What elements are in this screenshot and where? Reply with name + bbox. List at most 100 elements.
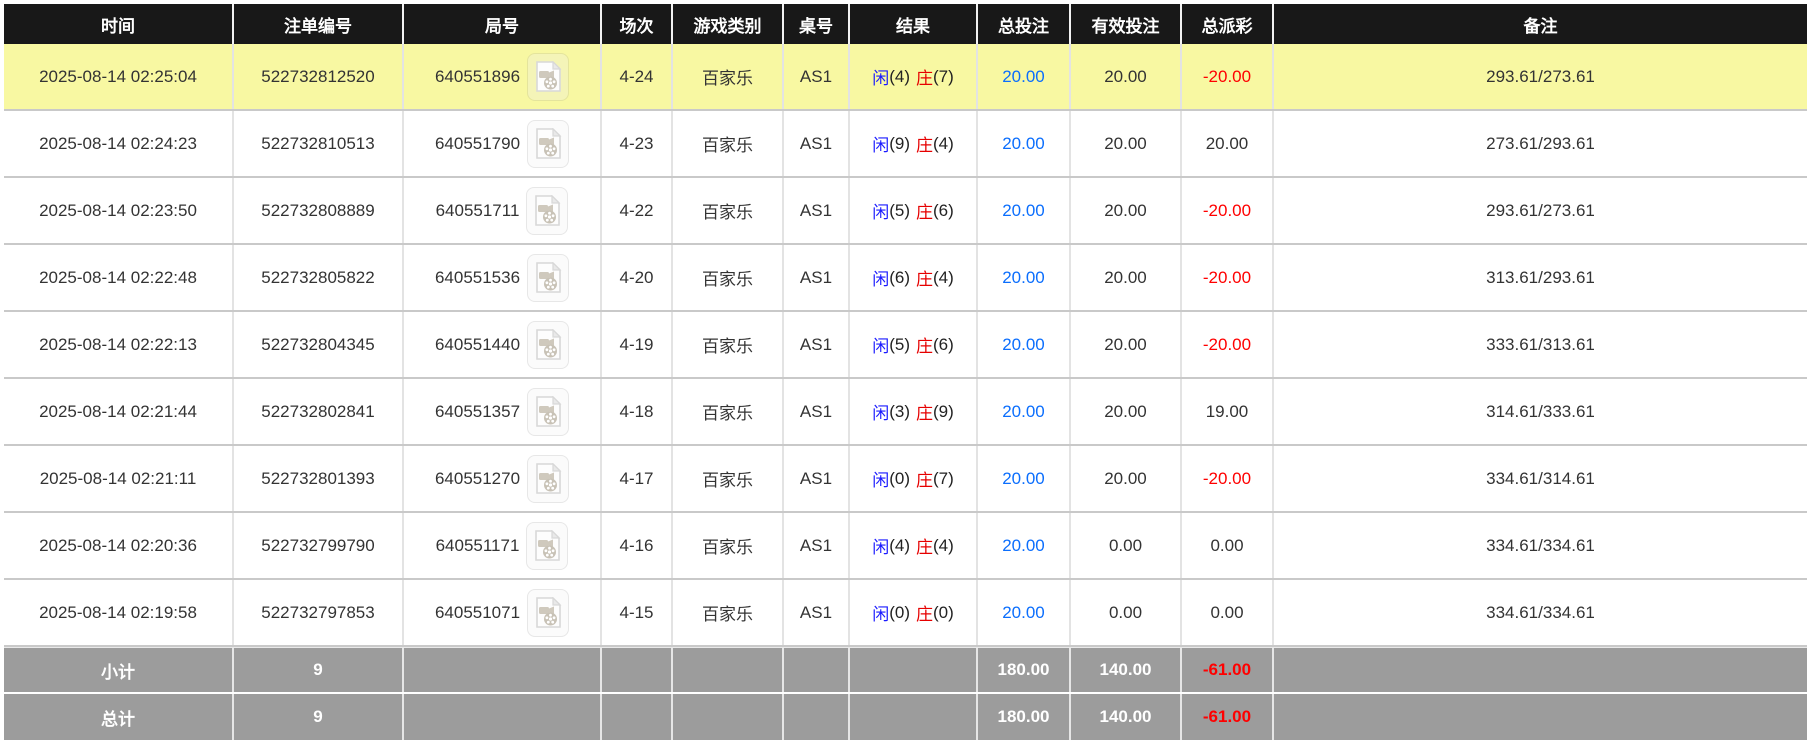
time-cell: 2025-08-14 02:23:50 xyxy=(39,200,197,220)
table-row: 2025-08-14 02:21:11 522732801393 6405512… xyxy=(4,446,1807,513)
subtotal-label: 小计 xyxy=(101,662,135,682)
subtotal-empty xyxy=(402,648,600,692)
session-cell: 4-17 xyxy=(600,446,671,511)
bet-id-cell: 522732797853 xyxy=(232,580,402,645)
remark-cell: 293.61/273.61 xyxy=(1272,178,1807,243)
table-row: 2025-08-14 02:22:13 522732804345 6405514… xyxy=(4,312,1807,379)
player-score: (4) xyxy=(889,535,910,555)
payout-cell: -20.00 xyxy=(1180,178,1272,243)
total-empty xyxy=(671,694,782,740)
video-file-icon xyxy=(535,329,561,360)
player-score: (5) xyxy=(889,200,910,220)
table-no-cell: AS1 xyxy=(782,44,848,109)
remark-cell: 334.61/334.61 xyxy=(1272,580,1807,645)
banker-score: (7) xyxy=(933,468,954,488)
table-body: 2025-08-14 02:25:04 522732812520 6405518… xyxy=(4,44,1807,647)
video-replay-button[interactable] xyxy=(526,186,569,235)
time-cell: 2025-08-14 02:21:44 xyxy=(39,401,197,421)
payout-cell: 20.00 xyxy=(1180,111,1272,176)
payout-cell: -20.00 xyxy=(1180,44,1272,109)
payout-cell: 0.00 xyxy=(1180,513,1272,578)
header-round-id: 局号 xyxy=(402,4,600,44)
video-file-icon xyxy=(535,128,561,159)
banker-score: (4) xyxy=(933,133,954,153)
table-no-cell: AS1 xyxy=(782,111,848,176)
result-cell: 闲 (6) 庄 (4) xyxy=(848,245,976,310)
time-cell: 2025-08-14 02:20:36 xyxy=(39,535,197,555)
result-cell: 闲 (4) 庄 (7) xyxy=(848,44,976,109)
video-replay-button[interactable] xyxy=(527,387,570,436)
bet-id-cell: 522732812520 xyxy=(232,44,402,109)
table-no-cell: AS1 xyxy=(782,245,848,310)
video-file-icon xyxy=(535,530,561,561)
result-cell: 闲 (4) 庄 (4) xyxy=(848,513,976,578)
round-cell: 640551171 xyxy=(402,513,600,578)
remark-cell: 293.61/273.61 xyxy=(1272,44,1807,109)
subtotal-empty xyxy=(1272,648,1807,692)
payout-cell: 19.00 xyxy=(1180,379,1272,444)
total-bet-cell: 20.00 xyxy=(976,178,1069,243)
total-bet-cell: 20.00 xyxy=(976,446,1069,511)
subtotal-empty xyxy=(782,648,848,692)
bet-id-cell: 522732804345 xyxy=(232,312,402,377)
bet-id-cell: 522732810513 xyxy=(232,111,402,176)
remark-cell: 313.61/293.61 xyxy=(1272,245,1807,310)
result-cell: 闲 (5) 庄 (6) xyxy=(848,312,976,377)
video-replay-button[interactable] xyxy=(527,588,570,637)
banker-score: (6) xyxy=(933,200,954,220)
total-payout: -61.00 xyxy=(1180,694,1272,740)
player-label: 闲 xyxy=(872,337,890,356)
valid-bet-cell: 0.00 xyxy=(1069,513,1180,578)
player-label: 闲 xyxy=(872,270,890,289)
header-time: 时间 xyxy=(101,16,135,36)
header-session: 场次 xyxy=(600,4,671,44)
valid-bet-cell: 20.00 xyxy=(1069,446,1180,511)
player-label: 闲 xyxy=(872,471,890,490)
total-bet-cell: 20.00 xyxy=(976,312,1069,377)
player-score: (4) xyxy=(889,66,910,86)
valid-bet-cell: 20.00 xyxy=(1069,312,1180,377)
banker-label: 庄 xyxy=(916,404,933,423)
player-label: 闲 xyxy=(872,404,890,423)
game-type-cell: 百家乐 xyxy=(671,245,782,310)
subtotal-valid-bet: 140.00 xyxy=(1069,648,1180,692)
game-type-cell: 百家乐 xyxy=(671,379,782,444)
total-total-bet: 180.00 xyxy=(976,694,1069,740)
game-type-cell: 百家乐 xyxy=(671,111,782,176)
total-valid-bet: 140.00 xyxy=(1069,694,1180,740)
session-cell: 4-15 xyxy=(600,580,671,645)
payout-cell: -20.00 xyxy=(1180,312,1272,377)
video-replay-button[interactable] xyxy=(527,52,570,101)
bet-id-cell: 522732805822 xyxy=(232,245,402,310)
player-score: (0) xyxy=(889,602,910,622)
subtotal-empty xyxy=(848,648,976,692)
result-cell: 闲 (9) 庄 (4) xyxy=(848,111,976,176)
banker-label: 庄 xyxy=(916,203,933,222)
bet-id-cell: 522732808889 xyxy=(232,178,402,243)
round-number: 640551790 xyxy=(434,133,521,153)
result-cell: 闲 (0) 庄 (7) xyxy=(848,446,976,511)
player-label: 闲 xyxy=(872,203,890,222)
valid-bet-cell: 20.00 xyxy=(1069,245,1180,310)
subtotal-payout: -61.00 xyxy=(1180,648,1272,692)
bet-id-cell: 522732802841 xyxy=(232,379,402,444)
video-replay-button[interactable] xyxy=(527,119,570,168)
valid-bet-cell: 20.00 xyxy=(1069,379,1180,444)
video-replay-button[interactable] xyxy=(527,253,570,302)
table-no-cell: AS1 xyxy=(782,513,848,578)
round-number: 640551536 xyxy=(434,267,521,287)
video-replay-button[interactable] xyxy=(527,320,570,369)
game-type-cell: 百家乐 xyxy=(671,513,782,578)
remark-cell: 314.61/333.61 xyxy=(1272,379,1807,444)
round-cell: 640551896 xyxy=(402,44,600,109)
player-label: 闲 xyxy=(872,538,890,557)
header-valid-bet: 有效投注 xyxy=(1069,4,1180,44)
result-cell: 闲 (5) 庄 (6) xyxy=(848,178,976,243)
header-game-type: 游戏类别 xyxy=(671,4,782,44)
video-replay-button[interactable] xyxy=(527,454,570,503)
remark-cell: 333.61/313.61 xyxy=(1272,312,1807,377)
video-file-icon xyxy=(535,262,561,293)
banker-score: (7) xyxy=(933,66,954,86)
banker-score: (0) xyxy=(933,602,954,622)
video-replay-button[interactable] xyxy=(526,521,569,570)
